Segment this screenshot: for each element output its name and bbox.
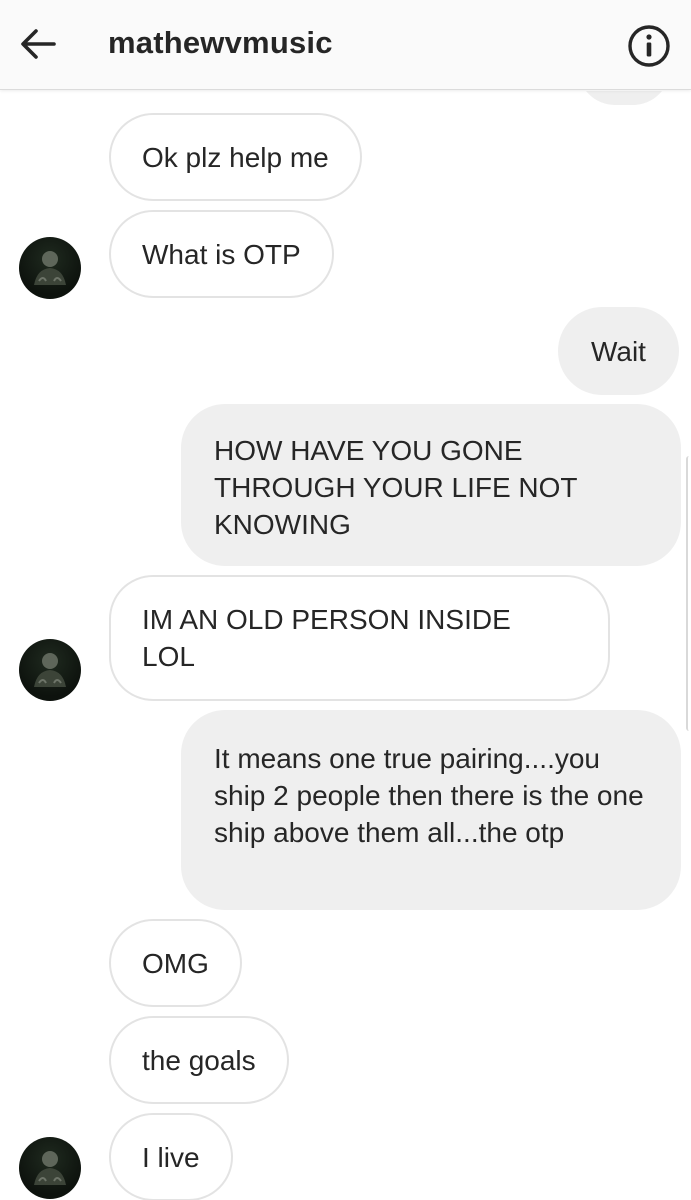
message-thread[interactable]: Ok plz help me What is OTP Wait HOW HAVE…	[0, 91, 691, 1200]
message-text: Wait	[591, 335, 646, 367]
message-bubble[interactable]: It means one true pairing....you ship 2 …	[181, 710, 681, 910]
person-silhouette-icon	[34, 1151, 66, 1185]
message-bubble[interactable]: What is OTP	[109, 210, 334, 298]
conversation-title[interactable]: mathewvmusic	[108, 25, 333, 61]
message-text: Ok plz help me	[142, 141, 329, 173]
message-text: the goals	[142, 1044, 256, 1076]
back-button[interactable]	[18, 24, 58, 64]
person-silhouette-icon	[34, 653, 66, 687]
info-button[interactable]	[627, 24, 671, 68]
message-text: It means one true pairing....you ship 2 …	[214, 743, 644, 848]
message-text: I live	[142, 1141, 200, 1173]
message-bubble[interactable]: the goals	[109, 1016, 289, 1104]
avatar[interactable]	[19, 639, 81, 701]
message-bubble[interactable]: HOW HAVE YOU GONE THROUGH YOUR LIFE NOT …	[181, 404, 681, 566]
message-bubble[interactable]: Wait	[558, 307, 679, 395]
person-silhouette-icon	[34, 251, 66, 285]
message-bubble[interactable]: Ok plz help me	[109, 113, 362, 201]
message-text: OMG	[142, 947, 209, 979]
message-text: What is OTP	[142, 238, 301, 270]
message-bubble[interactable]: I live	[109, 1113, 233, 1200]
scrollbar[interactable]	[686, 456, 691, 731]
avatar[interactable]	[19, 237, 81, 299]
message-text: IM AN OLD PERSON INSIDE LOL	[142, 604, 511, 672]
arrow-left-icon	[21, 29, 56, 59]
message-text: HOW HAVE YOU GONE THROUGH YOUR LIFE NOT …	[214, 435, 578, 540]
info-circle-icon	[628, 25, 670, 67]
previous-message-bubble	[578, 91, 670, 105]
message-bubble[interactable]: IM AN OLD PERSON INSIDE LOL	[109, 575, 610, 701]
chat-header: mathewvmusic	[0, 0, 691, 90]
avatar[interactable]	[19, 1137, 81, 1199]
message-bubble[interactable]: OMG	[109, 919, 242, 1007]
